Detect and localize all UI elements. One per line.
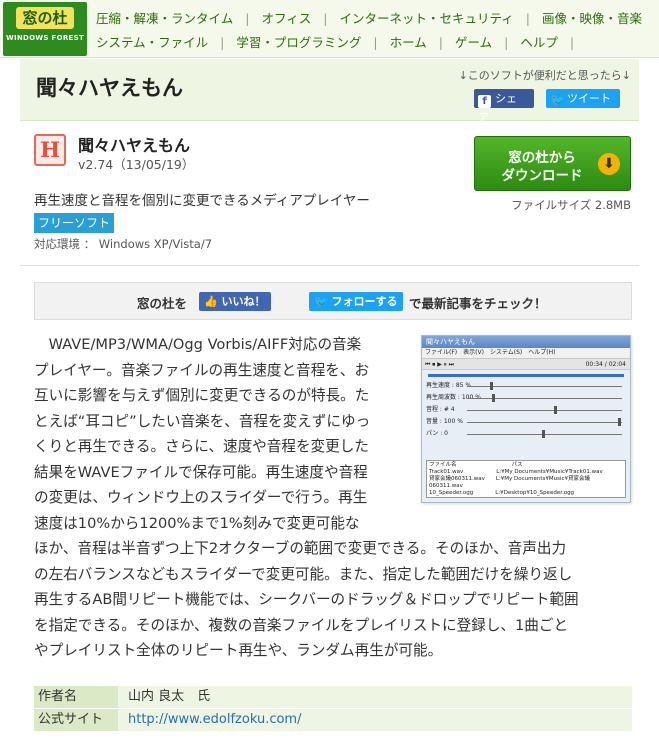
- screenshot-playlist: ファイル名 パス Track01.wav L:¥My Documents¥Mus…: [426, 460, 626, 498]
- app-version: v2.74（13/05/19）: [78, 157, 195, 172]
- app-description: 再生速度と音程を個別に変更できるメディアプレイヤー: [34, 193, 370, 209]
- site-logo[interactable]: 窓の杜 WINDOWS FOREST: [3, 2, 87, 56]
- software-title-bar: 聞々ハヤえもん ↓このソフトが便利だと思ったら↓ f シェア 🐦 ツイート: [20, 59, 639, 124]
- nav-item-system-file[interactable]: システム・ファイル: [96, 35, 208, 50]
- nav-item-internet-security[interactable]: インターネット・セキュリティ: [339, 11, 513, 26]
- nav-item-help[interactable]: ヘルプ: [520, 35, 558, 50]
- logo-sub-text: WINDOWS FOREST: [5, 34, 85, 42]
- share-note: ↓このソフトが便利だと思ったら↓: [458, 69, 631, 82]
- license-badge[interactable]: フリーソフト: [34, 213, 115, 233]
- nav-item-media[interactable]: 画像・映像・音楽: [542, 11, 642, 26]
- download-label-line2: ダウンロード: [501, 168, 583, 184]
- article-line: 速度は10%から1200%まで1%刻みで変更可能な: [34, 514, 360, 532]
- author-label: 作者名: [34, 686, 118, 708]
- twitter-follow-button[interactable]: 🐦 フォローする: [309, 292, 403, 311]
- official-site-label: 公式サイト: [34, 709, 118, 731]
- slider-label: パン : 0: [426, 430, 448, 437]
- facebook-icon: f: [478, 95, 491, 108]
- twitter-tweet-label: ツイート: [567, 92, 611, 105]
- author-value: 山内 良太 氏: [118, 686, 632, 708]
- screenshot-seekbar: [422, 370, 630, 380]
- slider-label: 音程 : # 4: [426, 406, 455, 413]
- app-icon: H: [34, 134, 66, 166]
- logo-main-text: 窓の杜: [16, 7, 74, 29]
- playlist-item: 10_Speeder.ogg L:¥Desktop¥10_Speeder.ogg: [429, 490, 575, 496]
- screenshot-toolbar: ⏮ ⏹ ▶ ⏸ ⏭ 00:34 / 02:04: [422, 358, 630, 370]
- nav-item-game[interactable]: ゲーム: [455, 35, 492, 50]
- follow-bar: 窓の杜を 👍 いいね！ 🐦 フォローする で最新記事をチェック！: [34, 282, 632, 320]
- slider-label: 再生速度 : 85 %: [426, 382, 472, 389]
- twitter-bird-icon: 🐦: [550, 93, 565, 107]
- download-button[interactable]: 窓の杜から ダウンロード ⬇: [474, 136, 631, 191]
- article-line: 再生するAB間リピート機能では、シークバーのドラッグ＆ドロップでリピート範囲: [34, 591, 579, 608]
- category-nav-row-1: 圧縮・解凍・ランタイム | オフィス | インターネット・セキュリティ | 画像・映像・音楽: [96, 11, 642, 26]
- nav-item-learning[interactable]: 学習・プログラミング: [236, 35, 361, 50]
- screenshot-menu: ファイル(F) 表示(V) システム(S) ヘルプ(H): [422, 348, 630, 358]
- article-line: を指定できる。そのほか、複数の音楽ファイルをプレイリストに登録し、1曲ごと: [34, 616, 569, 634]
- site-header: 窓の杜 WINDOWS FOREST 圧縮・解凍・ランタイム | オフィス | インター…: [0, 0, 659, 58]
- download-arrow-icon: ⬇: [598, 153, 620, 175]
- screenshot-slider-row: パン : 0: [422, 428, 630, 440]
- nav-item-compression[interactable]: 圧縮・解凍・ランタイム: [96, 11, 233, 26]
- nav-item-office[interactable]: オフィス: [261, 11, 311, 26]
- screenshot-slider-row: 音程 : # 4: [422, 404, 630, 416]
- follow-suffix: で最新記事をチェック！: [409, 296, 547, 311]
- twitter-tweet-button[interactable]: 🐦 ツイート: [546, 89, 620, 108]
- author-row: 作者名 山内 良太 氏: [34, 686, 632, 708]
- follow-prefix: 窓の杜を: [137, 296, 188, 311]
- facebook-share-button[interactable]: f シェア: [474, 89, 534, 124]
- nav-item-home[interactable]: ホーム: [390, 35, 427, 50]
- playlist-header: ファイル名 パス: [429, 462, 523, 468]
- screenshot-slider-row: 音量 : 100 %: [422, 416, 630, 428]
- software-info-panel: H 聞々ハヤえもん v2.74（13/05/19） 再生速度と音程を個別に変更で…: [20, 121, 639, 266]
- playlist-item: Track01.wav L:¥My Documents¥Music¥Track0…: [429, 469, 603, 475]
- screenshot-transport-icons: ⏮ ⏹ ▶ ⏸ ⏭: [425, 361, 455, 368]
- article-line: ほか、音程は半音ずつ上下2オクターブの範囲で変更できる。そのほか、音声出力: [34, 540, 567, 557]
- screenshot-slider-row: 再生速度 : 85 %: [422, 380, 630, 392]
- category-nav-row-2: システム・ファイル | 学習・プログラミング | ホーム | ゲーム | ヘルプ |: [96, 35, 575, 50]
- playlist-item: 貸家会議060311.wav L:¥My Documents¥Music¥貸家会…: [429, 476, 591, 489]
- app-screenshot[interactable]: 聞々ハヤえもん ファイル(F) 表示(V) システム(S) ヘルプ(H) ⏮ ⏹…: [421, 335, 631, 503]
- screenshot-time: 00:34 / 02:04: [585, 361, 626, 368]
- slider-label: 音量 : 100 %: [426, 418, 463, 425]
- screenshot-titlebar: 聞々ハヤえもん: [422, 336, 630, 348]
- article-line: の左右バランスなどもスライダーで変更可能。また、指定した範囲だけを繰り返し: [34, 565, 573, 583]
- file-size: ファイルサイズ 2.8MB: [511, 198, 631, 212]
- official-site-row: 公式サイト http://www.edolfzoku.com/: [34, 709, 632, 731]
- facebook-like-button[interactable]: 👍 いいね！: [199, 292, 271, 311]
- download-label-line1: 窓の杜から: [508, 150, 576, 166]
- article-line: やプレイリスト全体のリピート再生や、ランダム再生が可能。: [34, 642, 443, 659]
- software-meta-table: 作者名 山内 良太 氏 公式サイト http://www.edolfzoku.c…: [34, 686, 632, 732]
- screenshot-slider-row: 再生周波数 : 100 %: [422, 392, 630, 404]
- page-title: 聞々ハヤえもん: [36, 76, 183, 100]
- app-name: 聞々ハヤえもん: [78, 136, 191, 155]
- official-site-link[interactable]: http://www.edolfzoku.com/: [118, 709, 632, 731]
- supported-environment: 対応環境 ： Windows XP/Vista/7: [34, 237, 213, 251]
